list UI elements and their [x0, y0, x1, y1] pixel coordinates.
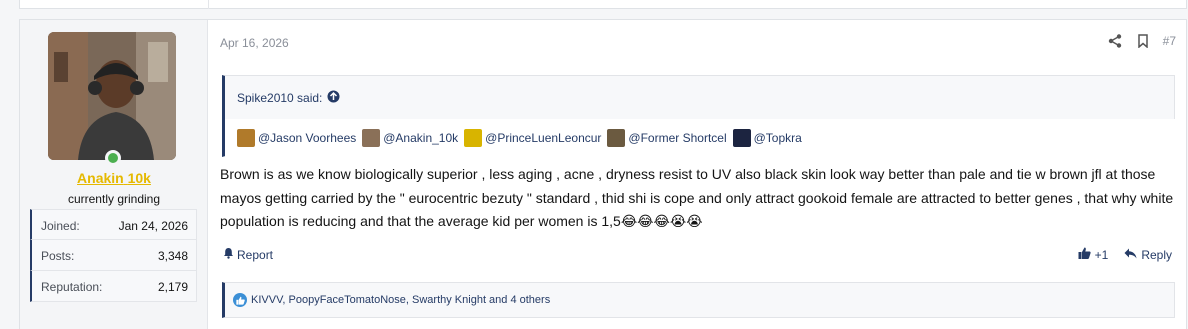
reply-label: Reply: [1141, 247, 1172, 262]
avatar[interactable]: [48, 32, 176, 160]
mention-link[interactable]: @Anakin_10k: [362, 129, 458, 147]
reply-icon: [1124, 248, 1137, 262]
previous-post-bottom: [19, 0, 1187, 9]
avatar-image: [48, 32, 176, 160]
thumbs-up-icon: [1078, 247, 1091, 262]
stat-joined: Joined: Jan 24, 2026: [30, 209, 197, 240]
mention-text: @Jason Voorhees: [258, 131, 357, 145]
stat-value: 2,179: [157, 280, 188, 294]
quote-header[interactable]: Spike2010 said:: [237, 90, 340, 106]
mini-avatar: [732, 129, 751, 147]
mention-text: @PrinceLuenLeoncur: [485, 131, 602, 145]
stat-label: Joined:: [41, 219, 80, 233]
thread-page: Anakin 10k currently grinding Joined: Ja…: [0, 0, 1188, 329]
divider: [208, 0, 209, 9]
bell-icon: [223, 247, 234, 262]
post-actions: #7: [1107, 33, 1176, 49]
post-footer-actions: +1 Reply: [1078, 247, 1172, 262]
user-info-column: Anakin 10k currently grinding Joined: Ja…: [20, 20, 208, 329]
share-icon[interactable]: [1107, 33, 1123, 49]
reactions-summary[interactable]: KIVVV, PoopyFaceTomatoNose, Swarthy Knig…: [251, 294, 550, 306]
stat-value[interactable]: 3,348: [158, 249, 188, 263]
reply-button[interactable]: Reply: [1124, 248, 1172, 262]
username-link[interactable]: Anakin 10k: [20, 170, 208, 186]
stat-value: Jan 24, 2026: [118, 219, 188, 233]
online-status-indicator: [105, 150, 121, 166]
post-number[interactable]: #7: [1163, 34, 1176, 48]
stat-label: Reputation:: [41, 280, 103, 294]
post-date[interactable]: Apr 16, 2026: [220, 36, 289, 50]
stat-reputation: Reputation: 2,179: [30, 271, 197, 302]
like-reaction-icon: [233, 293, 247, 307]
report-link[interactable]: Report: [223, 247, 273, 262]
mini-avatar: [362, 129, 381, 147]
like-count: +1: [1094, 247, 1109, 262]
mention-link[interactable]: @PrinceLuenLeoncur: [464, 129, 601, 147]
quote-author: Spike2010 said:: [237, 91, 323, 105]
user-title: currently grinding: [67, 192, 161, 206]
arrow-up-circle-icon[interactable]: [327, 90, 340, 106]
stat-label: Posts:: [41, 249, 75, 263]
username-part1: Anakin: [77, 170, 124, 186]
user-stats: Joined: Jan 24, 2026 Posts: 3,348 Reputa…: [30, 209, 197, 302]
quote-block: Spike2010 said: @Jason Voorhees @Anakin_…: [222, 75, 1175, 157]
report-label: Report: [237, 247, 274, 262]
mini-avatar: [464, 129, 483, 147]
username-part2: 10k: [127, 170, 151, 186]
mention-link[interactable]: @Former Shortcel: [607, 129, 727, 147]
mention-text: @Former Shortcel: [628, 131, 727, 145]
like-button[interactable]: +1: [1078, 247, 1109, 262]
post-content: Apr 16, 2026 #7 Spike2010 said: @Jason V…: [209, 20, 1186, 329]
mention-text: @Anakin_10k: [383, 131, 459, 145]
stat-posts: Posts: 3,348: [30, 240, 197, 271]
post-body: Brown is as we know biologically superio…: [220, 163, 1180, 234]
mini-avatar: [607, 129, 626, 147]
mention-link[interactable]: @Topkra: [732, 129, 802, 147]
mention-text: @Topkra: [753, 131, 802, 145]
laughing-crying-emoji-icon: 😂😂😂😭😭: [620, 213, 703, 229]
mini-avatar: [237, 129, 255, 147]
quote-content: @Jason Voorhees @Anakin_10k @PrinceLuenL…: [225, 119, 1175, 157]
bookmark-icon[interactable]: [1135, 33, 1151, 49]
post: Anakin 10k currently grinding Joined: Ja…: [19, 19, 1187, 329]
reactions-bar[interactable]: KIVVV, PoopyFaceTomatoNose, Swarthy Knig…: [222, 282, 1175, 318]
mention-link[interactable]: @Jason Voorhees: [237, 129, 356, 147]
